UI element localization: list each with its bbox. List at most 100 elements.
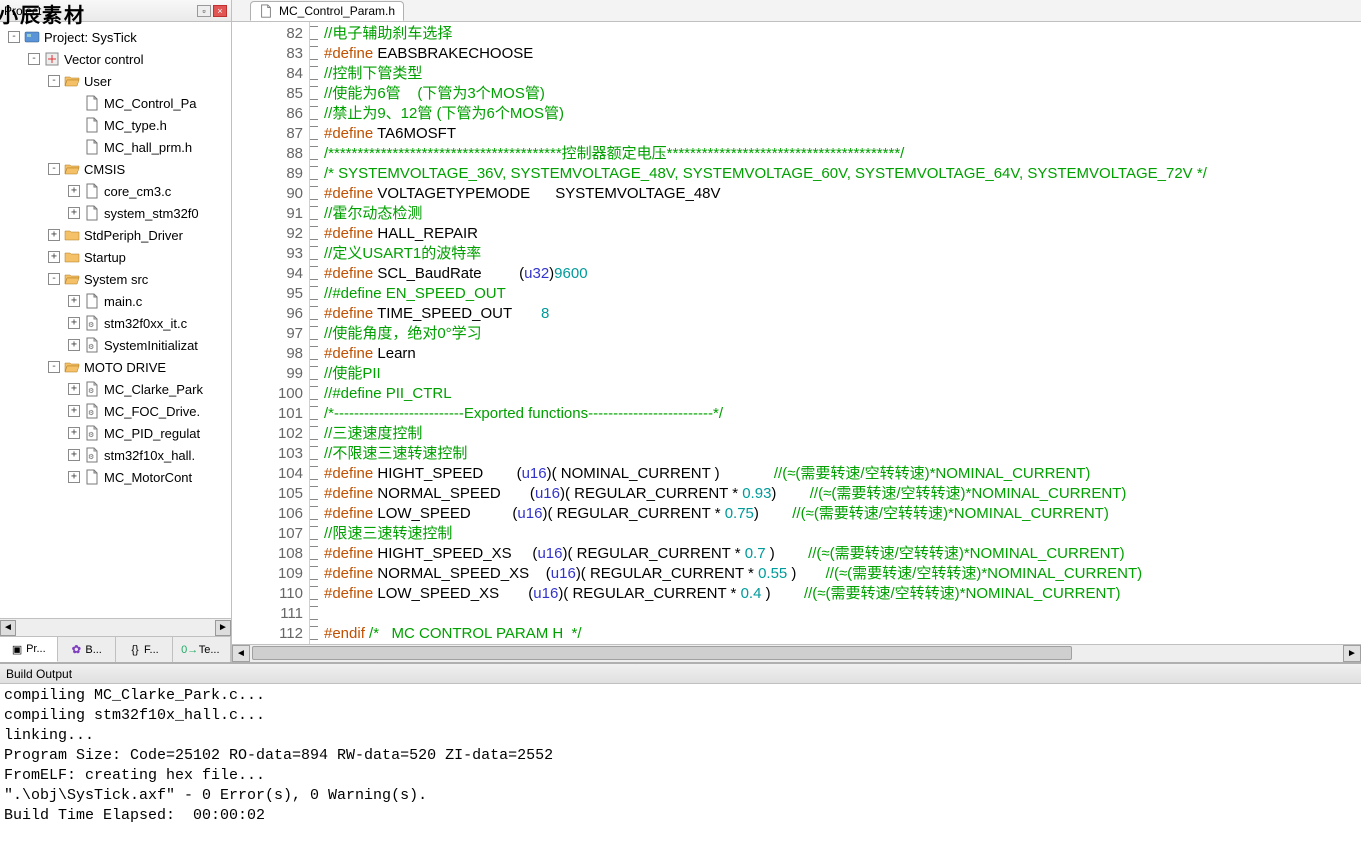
code-line[interactable]: //电子辅助刹车选择 [324, 24, 1361, 44]
svg-text:⚙: ⚙ [88, 321, 94, 329]
code-line[interactable]: /***************************************… [324, 144, 1361, 164]
editor-hscroll[interactable]: ◄ ► [232, 644, 1361, 662]
tree-item-label: stm32f10x_hall. [104, 448, 195, 463]
code-line[interactable]: //#define EN_SPEED_OUT [324, 284, 1361, 304]
tree-item[interactable]: MC_type.h [0, 114, 231, 136]
tab-project[interactable]: ▣Pr... [0, 637, 58, 662]
code-line[interactable]: //#define PII_CTRL [324, 384, 1361, 404]
tree-item[interactable]: +MC_MotorCont [0, 466, 231, 488]
code-line[interactable] [324, 604, 1361, 624]
expand-icon[interactable]: + [68, 449, 80, 461]
code-line[interactable]: //控制下管类型 [324, 64, 1361, 84]
sidebar-hscroll[interactable]: ◄ ► [0, 618, 231, 636]
tree-item[interactable]: -CMSIS [0, 158, 231, 180]
tree-item[interactable]: MC_hall_prm.h [0, 136, 231, 158]
build-output-header: Build Output [0, 664, 1361, 684]
collapse-icon[interactable]: - [28, 53, 40, 65]
upper-pane: 小辰素材 Project ▫ × -Project: SysTick-Vecto… [0, 0, 1361, 662]
tree-item[interactable]: -Vector control [0, 48, 231, 70]
tree-item[interactable]: +core_cm3.c [0, 180, 231, 202]
scroll-thumb[interactable] [252, 646, 1072, 660]
code-editor[interactable]: 8283848586878889909192939495969798991001… [232, 22, 1361, 644]
tree-item[interactable]: MC_Control_Pa [0, 92, 231, 114]
code-line[interactable]: //三速速度控制 [324, 424, 1361, 444]
code-line[interactable]: //定义USART1的波特率 [324, 244, 1361, 264]
close-icon[interactable]: × [213, 5, 227, 17]
tree-item[interactable]: -System src [0, 268, 231, 290]
code-line[interactable]: #define LOW_SPEED (u16)( REGULAR_CURRENT… [324, 504, 1361, 524]
scroll-track[interactable] [16, 621, 215, 635]
scroll-right-icon[interactable]: ► [1343, 645, 1361, 662]
sidebar-header: 小辰素材 Project ▫ × [0, 0, 231, 22]
code-line[interactable]: //使能PII [324, 364, 1361, 384]
svg-text:⚙: ⚙ [88, 431, 94, 439]
tree-item[interactable]: +⚙SystemInitializat [0, 334, 231, 356]
tab-functions[interactable]: {}F... [116, 637, 174, 662]
code-line[interactable]: /* SYSTEMVOLTAGE_36V, SYSTEMVOLTAGE_48V,… [324, 164, 1361, 184]
code-line[interactable]: #define HIGHT_SPEED_XS (u16)( REGULAR_CU… [324, 544, 1361, 564]
tree-item[interactable]: +⚙MC_Clarke_Park [0, 378, 231, 400]
scroll-left-icon[interactable]: ◄ [0, 620, 16, 636]
collapse-icon[interactable]: - [48, 75, 60, 87]
build-output-body[interactable]: compiling MC_Clarke_Park.c... compiling … [0, 684, 1361, 847]
code-line[interactable]: #define NORMAL_SPEED_XS (u16)( REGULAR_C… [324, 564, 1361, 584]
tree-item[interactable]: +⚙stm32f10x_hall. [0, 444, 231, 466]
expand-icon[interactable]: + [68, 185, 80, 197]
code-line[interactable]: #define SCL_BaudRate (u32)9600 [324, 264, 1361, 284]
scroll-right-icon[interactable]: ► [215, 620, 231, 636]
expand-icon[interactable]: + [68, 295, 80, 307]
tree-item[interactable]: -Project: SysTick [0, 26, 231, 48]
scroll-track[interactable] [250, 645, 1343, 662]
code-line[interactable]: #define LOW_SPEED_XS (u16)( REGULAR_CURR… [324, 584, 1361, 604]
expand-icon[interactable]: + [68, 471, 80, 483]
expand-icon[interactable]: + [68, 427, 80, 439]
tree-item[interactable]: -MOTO DRIVE [0, 356, 231, 378]
tree-item[interactable]: +⚙MC_FOC_Drive. [0, 400, 231, 422]
code-line[interactable]: #define HIGHT_SPEED (u16)( NOMINAL_CURRE… [324, 464, 1361, 484]
filex-icon: ⚙ [84, 315, 100, 331]
tree-item-label: StdPeriph_Driver [84, 228, 183, 243]
collapse-icon[interactable]: - [48, 273, 60, 285]
code-line[interactable]: #define TA6MOSFT [324, 124, 1361, 144]
tree-item-label: MC_Clarke_Park [104, 382, 203, 397]
expand-icon[interactable]: + [68, 317, 80, 329]
expand-icon[interactable]: + [68, 339, 80, 351]
collapse-icon[interactable]: - [48, 361, 60, 373]
code-line[interactable]: //使能为6管 (下管为3个MOS管) [324, 84, 1361, 104]
doc-tab-active[interactable]: MC_Control_Param.h [250, 1, 404, 21]
code-line[interactable]: #define NORMAL_SPEED (u16)( REGULAR_CURR… [324, 484, 1361, 504]
code-line[interactable]: /*--------------------------Exported fun… [324, 404, 1361, 424]
svg-text:⚙: ⚙ [88, 409, 94, 417]
code-line[interactable]: //限速三速转速控制 [324, 524, 1361, 544]
collapse-icon[interactable]: - [48, 163, 60, 175]
tree-item[interactable]: +⚙stm32f0xx_it.c [0, 312, 231, 334]
minimize-icon[interactable]: ▫ [197, 5, 211, 17]
code-line[interactable]: #define VOLTAGETYPEMODE SYSTEMVOLTAGE_48… [324, 184, 1361, 204]
code-line[interactable]: #define TIME_SPEED_OUT 8 [324, 304, 1361, 324]
expand-icon[interactable]: + [48, 229, 60, 241]
tree-item[interactable]: +main.c [0, 290, 231, 312]
code-body[interactable]: //电子辅助刹车选择#define EABSBRAKECHOOSE//控制下管类… [310, 22, 1361, 644]
code-line[interactable]: #endif /* MC CONTROL PARAM H */ [324, 624, 1361, 644]
tab-templates[interactable]: 0→Te... [173, 637, 231, 662]
collapse-icon[interactable]: - [8, 31, 20, 43]
code-line[interactable]: //使能角度，绝对0°学习 [324, 324, 1361, 344]
code-line[interactable]: #define HALL_REPAIR [324, 224, 1361, 244]
code-line[interactable]: //禁止为9、12管 (下管为6个MOS管) [324, 104, 1361, 124]
tree-item[interactable]: + StdPeriph_Driver [0, 224, 231, 246]
expand-icon[interactable]: + [68, 207, 80, 219]
tree-item[interactable]: +⚙MC_PID_regulat [0, 422, 231, 444]
code-line[interactable]: #define Learn [324, 344, 1361, 364]
tab-books[interactable]: ✿B... [58, 637, 116, 662]
tree-item[interactable]: +system_stm32f0 [0, 202, 231, 224]
expand-icon[interactable]: + [48, 251, 60, 263]
scroll-left-icon[interactable]: ◄ [232, 645, 250, 662]
tree-item[interactable]: +Startup [0, 246, 231, 268]
tree-item[interactable]: -User [0, 70, 231, 92]
project-tree[interactable]: -Project: SysTick-Vector control-UserMC_… [0, 22, 231, 618]
code-line[interactable]: #define EABSBRAKECHOOSE [324, 44, 1361, 64]
code-line[interactable]: //不限速三速转速控制 [324, 444, 1361, 464]
expand-icon[interactable]: + [68, 405, 80, 417]
code-line[interactable]: //霍尔动态检测 [324, 204, 1361, 224]
expand-icon[interactable]: + [68, 383, 80, 395]
